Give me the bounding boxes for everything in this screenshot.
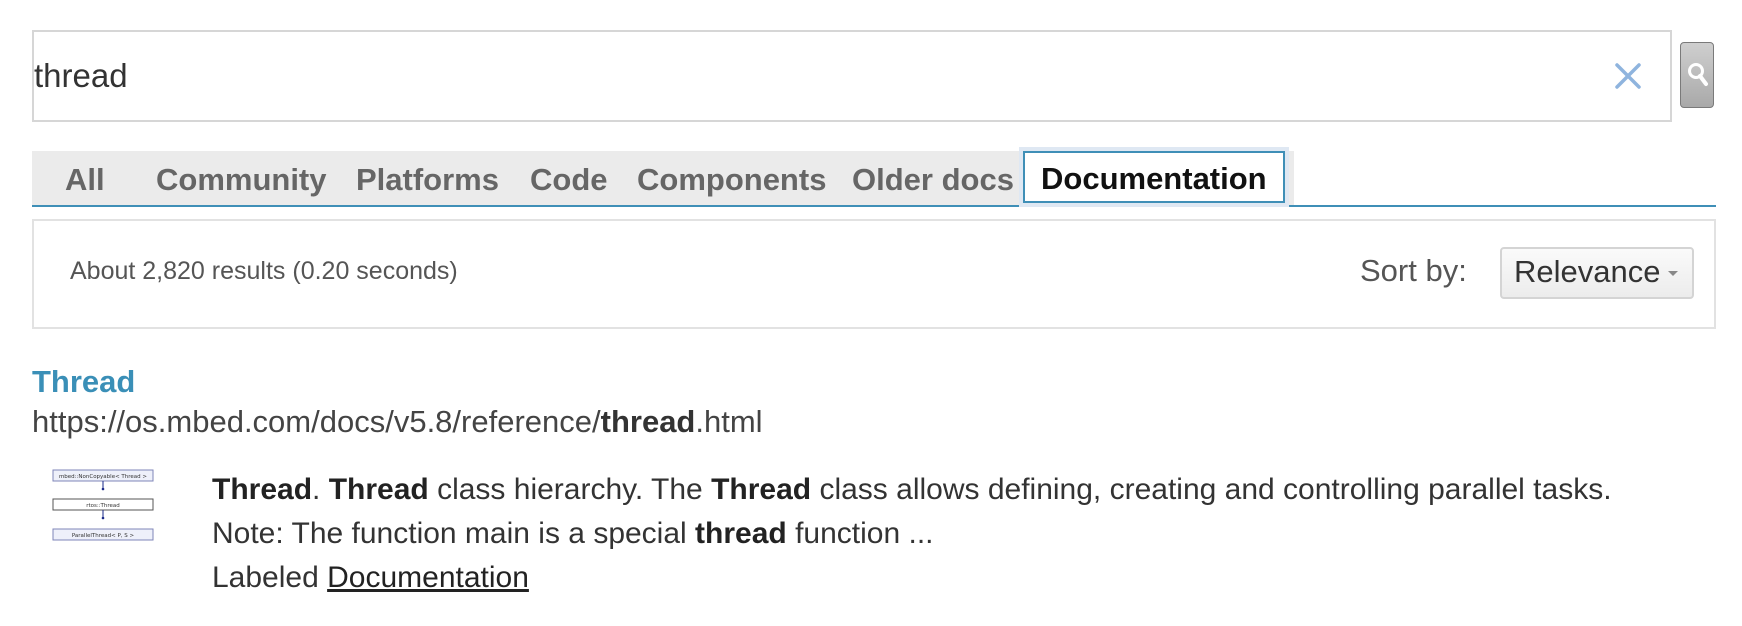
snippet-text: function ... [786, 517, 934, 550]
tab-components[interactable]: Components [637, 151, 826, 205]
result-url: https://os.mbed.com/docs/v5.8/reference/… [32, 404, 763, 440]
category-tabs: All Community Platforms Code Components … [32, 151, 1716, 207]
snippet-text: Note: The function main is a special [212, 517, 696, 550]
result-url-suffix: .html [695, 404, 763, 439]
result-snippet: Thread. Thread class hierarchy. The Thre… [212, 468, 1692, 600]
sort-label: Sort by: [1360, 253, 1467, 288]
tabs-underline [32, 205, 1716, 207]
diagram-box-1-text: mbed::NonCopyable< Thread > [59, 474, 147, 480]
snippet-highlight: Thread [212, 473, 313, 506]
snippet-labels: Labeled Documentation [212, 556, 1692, 600]
snippet-text: class allows defining, creating and cont… [811, 473, 1612, 506]
snippet-highlight: Thread [328, 473, 429, 506]
sort-value: Relevance [1514, 254, 1661, 289]
search-row [32, 30, 1716, 126]
snippet-highlight: thread [695, 517, 787, 550]
search-input[interactable] [34, 32, 1594, 120]
tab-code[interactable]: Code [530, 151, 608, 205]
diagram-box-2-text: rtos::Thread [86, 503, 120, 509]
tab-older-docs[interactable]: Older docs [852, 151, 1014, 205]
snippet-text: . [312, 473, 329, 506]
search-submit-button[interactable] [1680, 42, 1714, 108]
chevron-down-icon [1668, 271, 1678, 276]
result-title-link[interactable]: Thread [32, 364, 135, 400]
snippet-text: class hierarchy. The [428, 473, 712, 506]
diagram-box-3-text: ParallelThread< P, S > [72, 533, 135, 539]
search-results-page: All Community Platforms Code Components … [0, 0, 1742, 626]
labeled-prefix: Labeled [212, 561, 328, 594]
search-icon [1688, 63, 1708, 86]
search-box[interactable] [32, 30, 1672, 122]
snippet-highlight: Thread [711, 473, 812, 506]
tab-platforms[interactable]: Platforms [356, 151, 499, 205]
class-hierarchy-diagram: mbed::NonCopyable< Thread > rtos::Thread… [52, 469, 154, 541]
sort-dropdown[interactable]: Relevance [1500, 247, 1694, 299]
result-url-highlight: thread [600, 404, 696, 439]
close-icon [1615, 63, 1641, 89]
label-documentation-link[interactable]: Documentation [327, 561, 529, 594]
tab-community[interactable]: Community [156, 151, 327, 205]
results-info-bar: About 2,820 results (0.20 seconds) Sort … [32, 219, 1716, 329]
result-url-prefix: https://os.mbed.com/docs/v5.8/reference/ [32, 404, 601, 439]
result-thumbnail[interactable]: mbed::NonCopyable< Thread > rtos::Thread… [52, 468, 156, 544]
snippet-line-1: Thread. Thread class hierarchy. The Thre… [212, 468, 1692, 512]
result-count: About 2,820 results (0.20 seconds) [70, 257, 458, 285]
tab-documentation[interactable]: Documentation [1023, 151, 1285, 203]
tab-all[interactable]: All [65, 151, 105, 205]
clear-search-button[interactable] [1604, 52, 1652, 100]
snippet-line-2: Note: The function main is a special thr… [212, 512, 1692, 556]
